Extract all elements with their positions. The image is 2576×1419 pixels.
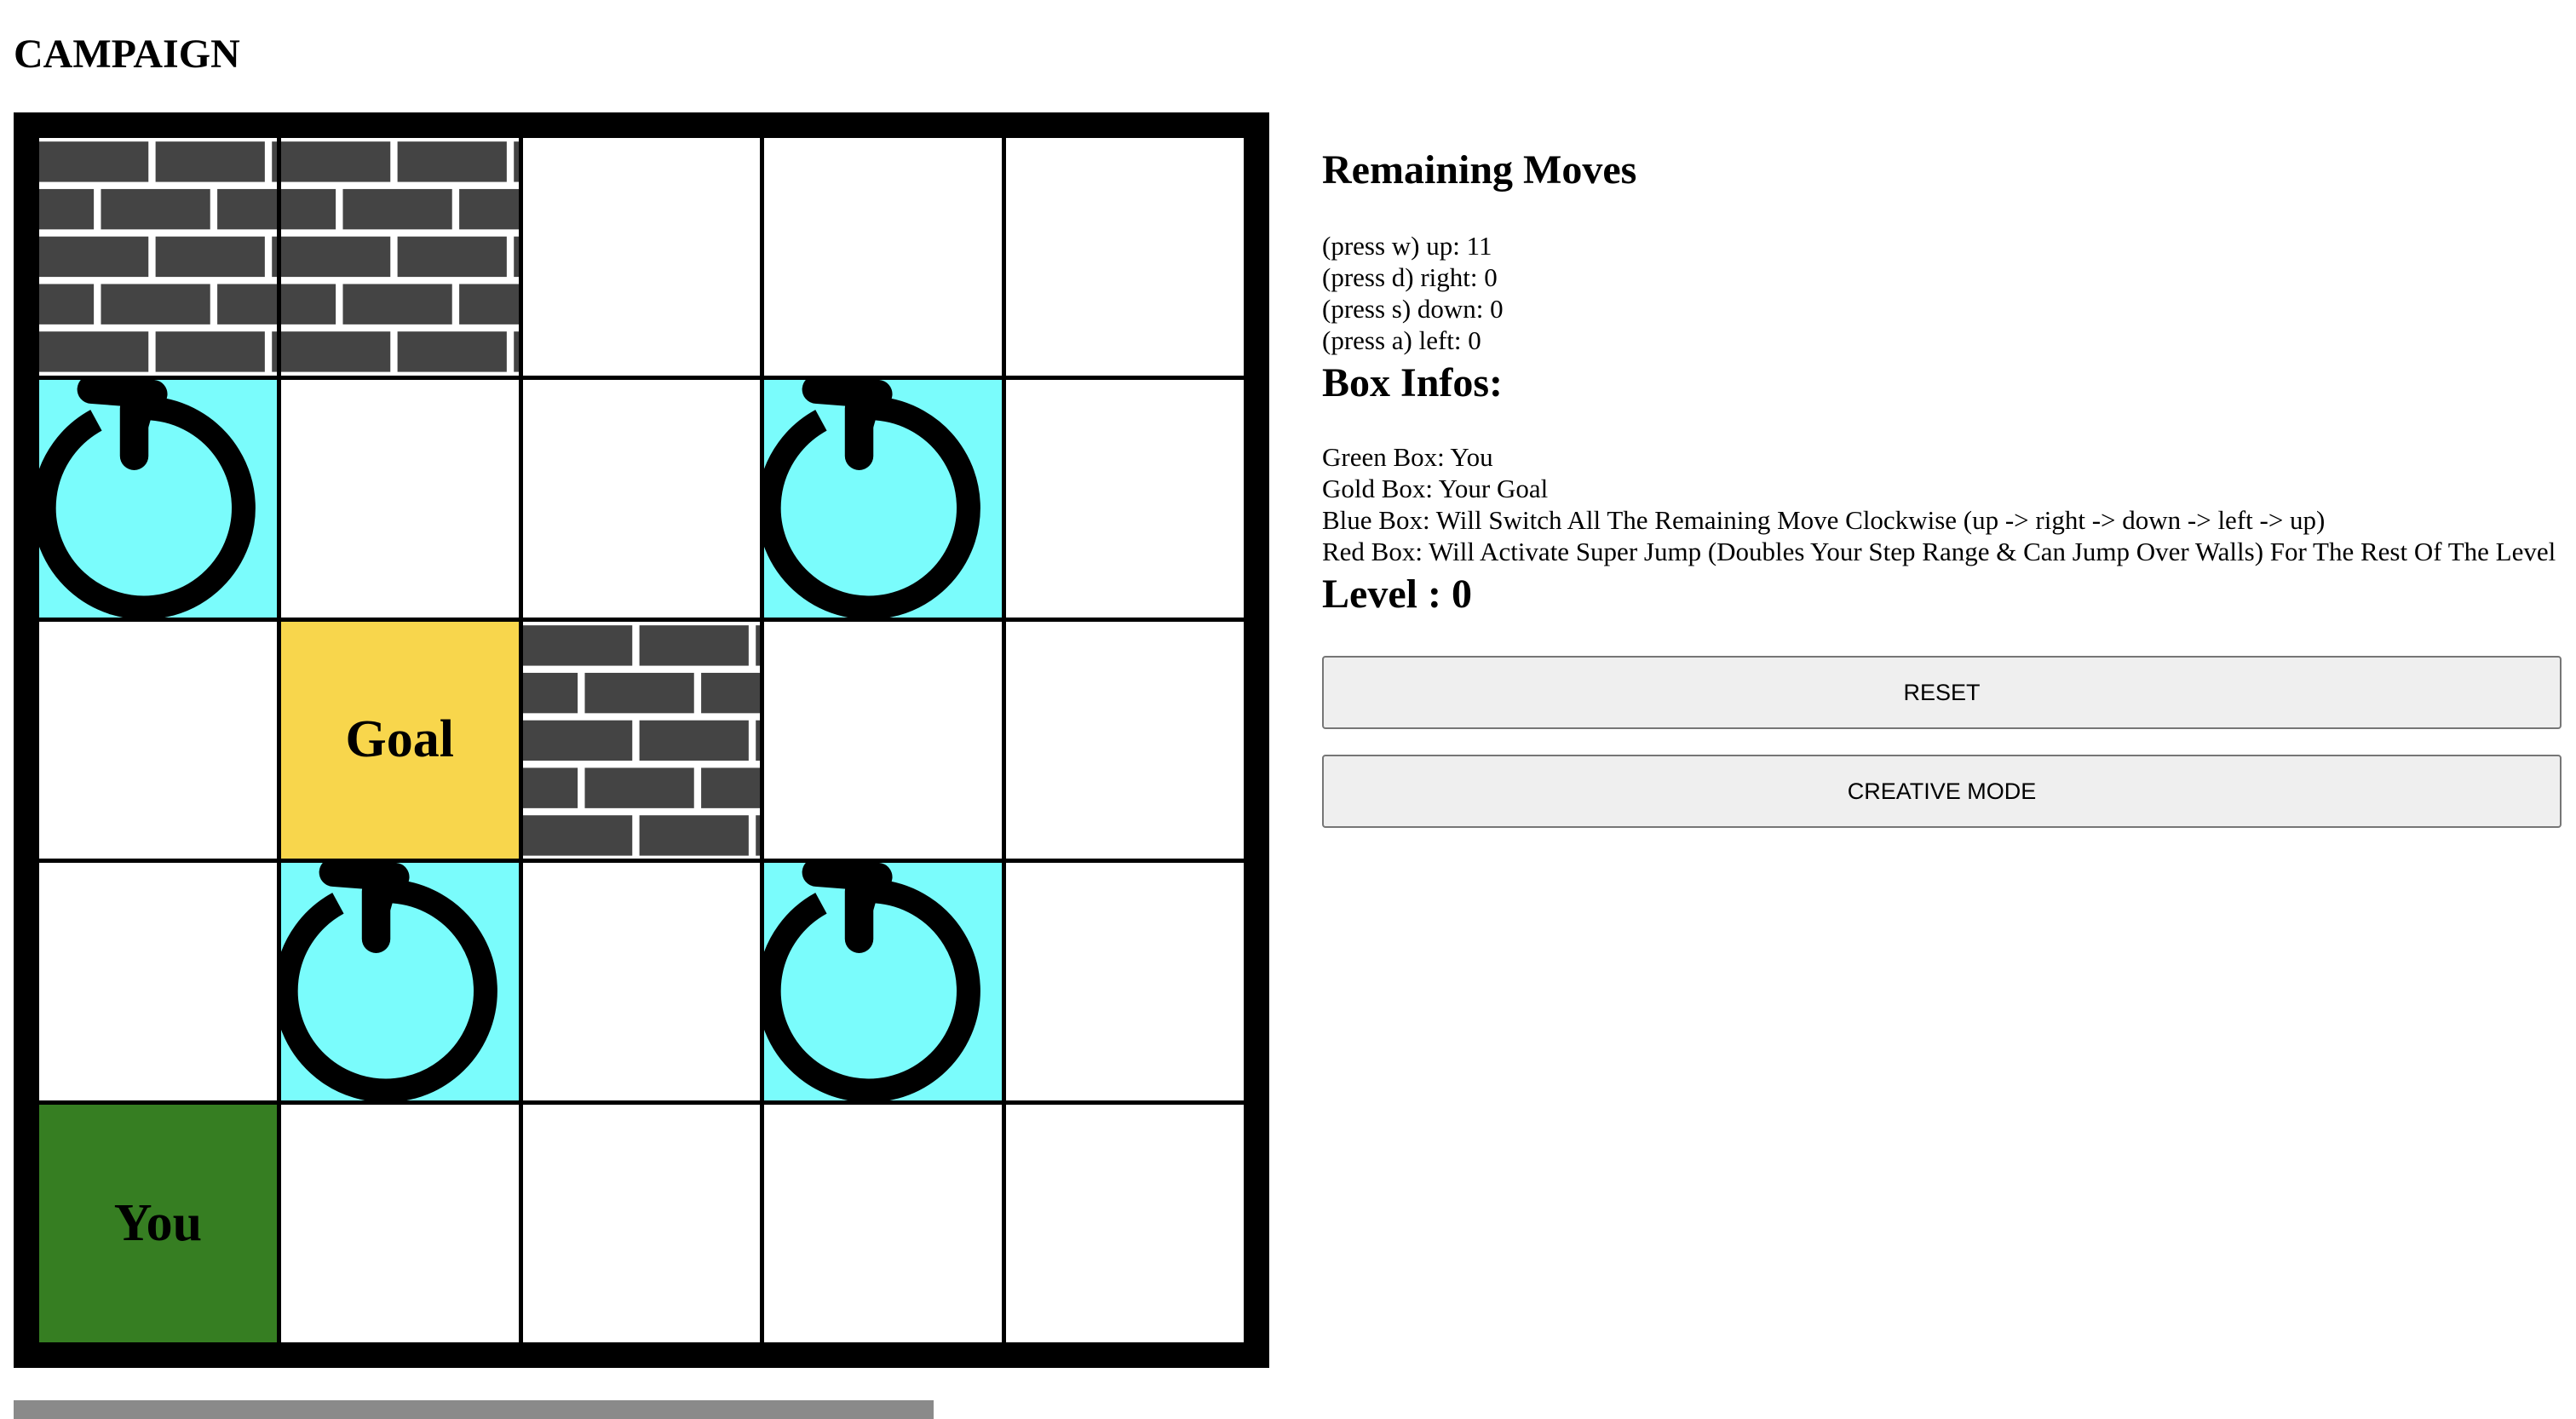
box-infos-list: Green Box: You Gold Box: Your Goal Blue … [1322,441,2562,567]
page-title: CAMPAIGN [14,32,240,77]
goal-box: Goal [280,621,519,859]
wall-tile [39,138,277,376]
empty-tile [1006,1105,1244,1342]
empty-tile [764,1105,1003,1342]
reset-button[interactable]: RESET [1322,656,2562,729]
empty-tile [764,138,1003,376]
move-up-count: (press w) up: 11 [1322,231,1492,261]
move-left-count: (press a) left: 0 [1322,325,1481,355]
move-right-count: (press d) right: 0 [1322,262,1498,292]
red-box-info: Red Box: Will Activate Super Jump (Doubl… [1322,537,2556,566]
empty-tile [1006,863,1244,1101]
brick-wall-icon [522,621,761,859]
blue-rotate-box [764,863,1003,1101]
player-label: You [113,1194,203,1253]
horizontal-scrollbar[interactable] [14,1400,934,1419]
move-down-count: (press s) down: 0 [1322,294,1504,324]
clockwise-rotate-icon [39,379,256,618]
remaining-moves-heading: Remaining Moves [1322,147,1637,192]
info-panel: Remaining Moves (press w) up: 11 (press … [1322,136,2562,828]
empty-tile [1006,379,1244,618]
blue-rotate-box [280,863,519,1101]
blue-box-info: Blue Box: Will Switch All The Remaining … [1322,505,2326,535]
empty-tile [280,1105,519,1342]
empty-tile [522,379,761,618]
wall-tile [280,138,519,376]
clockwise-rotate-icon [280,863,497,1101]
box-infos-heading: Box Infos: [1322,360,1504,405]
empty-tile [1006,138,1244,376]
wall-tile [522,621,761,859]
brick-wall-icon [280,138,519,376]
empty-tile [1006,621,1244,859]
game-board: Goal You [14,112,1269,1368]
player-box: You [39,1105,277,1342]
remaining-moves-list: (press w) up: 11 (press d) right: 0 (pre… [1322,230,2562,356]
gold-box-info: Gold Box: Your Goal [1322,474,1549,503]
green-box-info: Green Box: You [1322,442,1493,472]
empty-tile [39,863,277,1101]
clockwise-rotate-icon [764,863,981,1101]
empty-tile [522,1105,761,1342]
empty-tile [39,621,277,859]
empty-tile [280,379,519,618]
empty-tile [522,863,761,1101]
goal-label: Goal [345,710,454,769]
creative-mode-button[interactable]: CREATIVE MODE [1322,755,2562,828]
blue-rotate-box [39,379,277,618]
brick-wall-icon [39,138,277,376]
clockwise-rotate-icon [764,379,981,618]
empty-tile [522,138,761,376]
empty-tile [764,621,1003,859]
blue-rotate-box [764,379,1003,618]
level-indicator: Level : 0 [1322,572,1472,617]
